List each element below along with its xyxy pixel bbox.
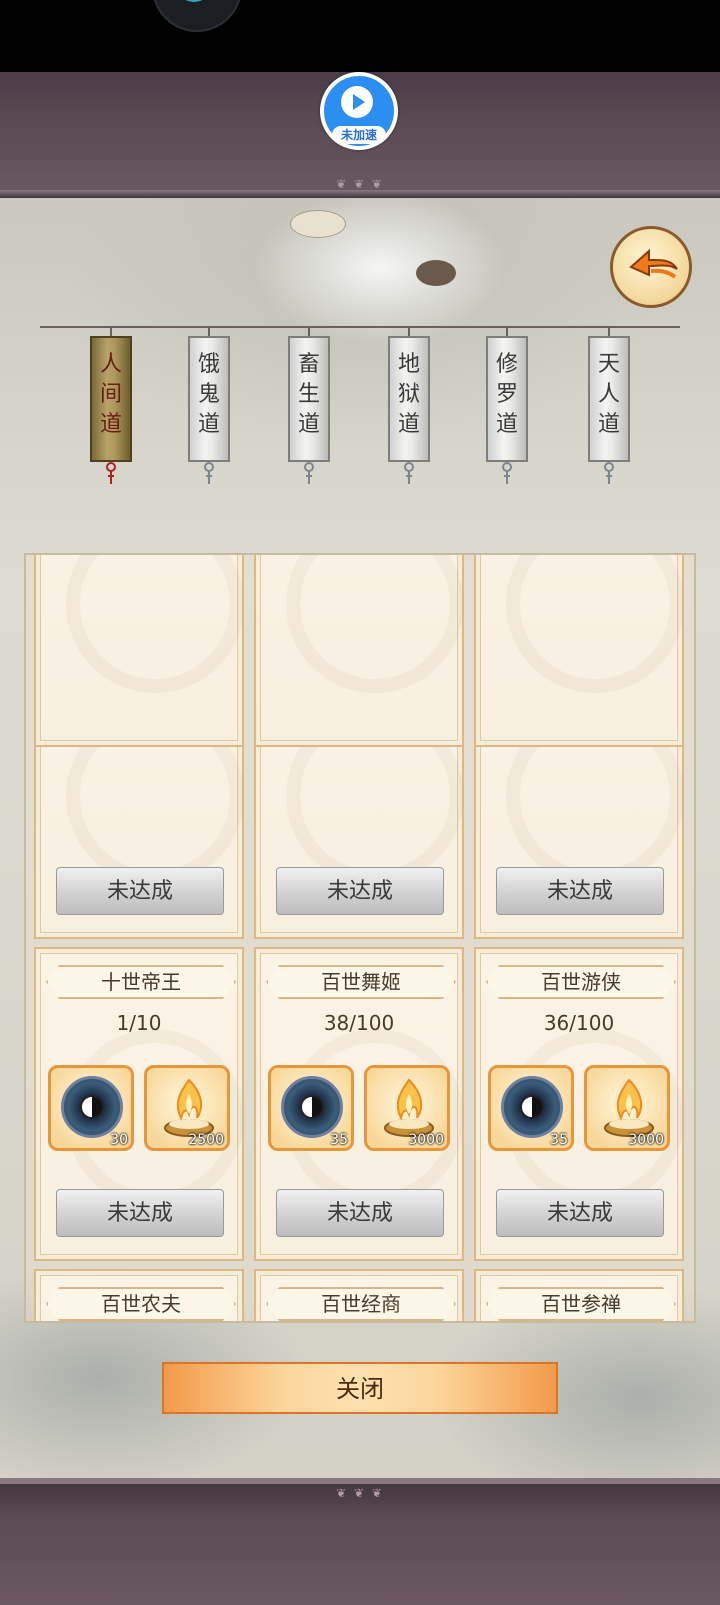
yinyang-icon (300, 1095, 324, 1119)
bagua-compass-icon (281, 1076, 343, 1138)
yinyang-icon (80, 1095, 104, 1119)
reward-quantity: 2500 (188, 1132, 224, 1148)
bagua-compass-icon (501, 1076, 563, 1138)
reward-quantity: 30 (110, 1132, 128, 1148)
back-button[interactable] (610, 226, 692, 308)
tassel-icon (404, 462, 414, 484)
reward-slot[interactable]: 35 (268, 1065, 354, 1151)
play-icon (341, 86, 373, 118)
top-ornament-icon: ❦ ❦ ❦ (336, 177, 384, 191)
yinyang-icon (520, 1095, 544, 1119)
reward-quantity: 3000 (408, 1132, 444, 1148)
tab-realm-2[interactable]: 畜生道 (288, 336, 330, 462)
achievement-progress: 38/100 (323, 1011, 395, 1035)
tassel-icon (502, 462, 512, 484)
achievement-card: 百世为将 (254, 555, 464, 747)
bottom-ornament-icon: ❦ ❦ ❦ (336, 1486, 384, 1500)
tab-realm-3[interactable]: 地狱道 (388, 336, 430, 462)
status-bar-area (0, 0, 720, 72)
achievement-card: 百世农夫33/100353000未达成 (34, 1269, 244, 1321)
achievement-title: 百世经商 (266, 1287, 456, 1321)
achievement-title: 百世参禅 (486, 1287, 676, 1321)
bottom-frame-border (0, 1478, 720, 1484)
tab-label: 畜生道 (297, 352, 320, 437)
mascot-body (176, 0, 212, 2)
back-arrow-icon (629, 248, 678, 279)
reward-quantity: 3000 (628, 1132, 664, 1148)
claim-status-button[interactable]: 未达成 (56, 1189, 224, 1237)
tab-label: 饿鬼道 (197, 352, 220, 437)
achievement-progress: 36/100 (543, 1011, 615, 1035)
achievement-card: 百世经商42/100506000未达成 (254, 1269, 464, 1321)
tab-realm-4[interactable]: 修罗道 (486, 336, 528, 462)
claim-status-button[interactable]: 未达成 (496, 1189, 664, 1237)
tab-realm-5[interactable]: 天人道 (588, 336, 630, 462)
achievement-card: 百世舞姬 38/100 35 3000 未达成 (254, 947, 464, 1261)
tassel-icon (204, 462, 214, 484)
tab-realm-1[interactable]: 饿鬼道 (188, 336, 230, 462)
reward-slot[interactable]: 3000 (364, 1065, 450, 1151)
tab-rope (40, 326, 680, 328)
tab-realm-0[interactable]: 人间道 (90, 336, 132, 462)
achievement-title: 百世农夫 (46, 1287, 236, 1321)
achievement-card: 百世游侠 36/100 35 3000 未达成 (474, 947, 684, 1261)
dark-moon-decoration (416, 260, 456, 286)
tassel-icon (106, 462, 116, 484)
tassel-icon (304, 462, 314, 484)
claim-status-button[interactable]: 未达成 (276, 867, 444, 915)
achievement-card: 百世行医 (34, 555, 244, 747)
achievement-panel[interactable]: 未达成 未达成 未达成 十世帝王 1/10 30 2500 未达成 百世舞姬 38/100 35 30… (24, 553, 696, 1323)
speed-toggle-button[interactable]: 未加速 (320, 72, 398, 150)
bagua-compass-icon (61, 1076, 123, 1138)
reward-slot[interactable]: 3000 (584, 1065, 670, 1151)
reward-slot[interactable]: 35 (488, 1065, 574, 1151)
achievement-card: 百世为官 (474, 555, 684, 747)
tab-label: 人间道 (99, 352, 122, 437)
tab-label: 修罗道 (495, 352, 518, 437)
close-button[interactable]: 关闭 (162, 1362, 558, 1414)
achievement-card: 十世帝王 1/10 30 2500 未达成 (34, 947, 244, 1261)
tab-label: 地狱道 (397, 352, 420, 437)
claim-status-button[interactable]: 未达成 (56, 867, 224, 915)
achievement-progress: 1/10 (116, 1011, 162, 1035)
tassel-icon (604, 462, 614, 484)
reward-slot[interactable]: 2500 (144, 1065, 230, 1151)
achievement-title: 百世游侠 (486, 965, 676, 999)
speed-status-label: 未加速 (332, 126, 386, 144)
claim-status-button[interactable]: 未达成 (276, 1189, 444, 1237)
reward-slot[interactable]: 30 (48, 1065, 134, 1151)
reward-quantity: 35 (550, 1132, 568, 1148)
cloud-moon-decoration (290, 210, 346, 238)
achievement-title: 百世舞姬 (266, 965, 456, 999)
achievement-title: 十世帝王 (46, 965, 236, 999)
tab-label: 天人道 (597, 352, 620, 437)
reward-quantity: 35 (330, 1132, 348, 1148)
achievement-card: 百世参禅22/100506000未达成 (474, 1269, 684, 1321)
claim-status-button[interactable]: 未达成 (496, 867, 664, 915)
